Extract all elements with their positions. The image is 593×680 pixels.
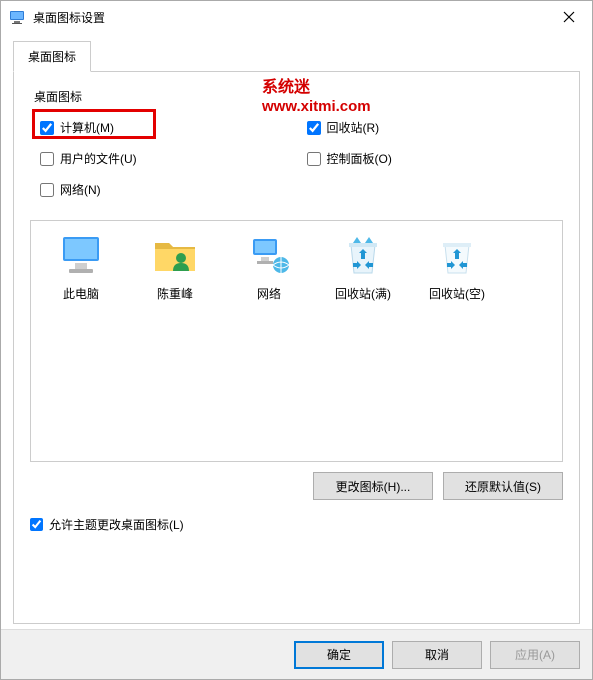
tab-desktop-icons[interactable]: 桌面图标: [13, 41, 91, 72]
network-icon: [245, 231, 293, 279]
checkbox-grid: 计算机(M) 回收站(R) 用户的文件(U) 控制面板(O) 网络(N): [26, 113, 567, 214]
icon-item-binfull[interactable]: 回收站(满): [319, 231, 407, 302]
tabstrip: 桌面图标: [13, 41, 580, 72]
checkbox-recycle-input[interactable]: [307, 121, 321, 135]
ok-button[interactable]: 确定: [294, 641, 384, 669]
icon-button-row: 更改图标(H)... 还原默认值(S): [26, 472, 567, 500]
apply-button[interactable]: 应用(A): [490, 641, 580, 669]
checkbox-recycle[interactable]: 回收站(R): [307, 119, 554, 136]
checkbox-recycle-label: 回收站(R): [327, 119, 380, 136]
icon-label-binempty: 回收站(空): [429, 285, 485, 302]
pc-icon: [57, 231, 105, 279]
checkbox-controlpanel[interactable]: 控制面板(O): [307, 150, 554, 167]
icon-label-user: 陈重峰: [157, 285, 193, 302]
icon-label-network: 网络: [257, 285, 281, 302]
titlebar: 桌面图标设置: [1, 1, 592, 33]
checkbox-userfiles-input[interactable]: [40, 152, 54, 166]
window-title: 桌面图标设置: [33, 9, 546, 26]
checkbox-computer-input[interactable]: [40, 121, 54, 135]
cancel-button[interactable]: 取消: [392, 641, 482, 669]
checkbox-network-input[interactable]: [40, 183, 54, 197]
checkbox-controlpanel-label: 控制面板(O): [327, 150, 392, 167]
restore-default-button[interactable]: 还原默认值(S): [443, 472, 563, 500]
checkbox-network[interactable]: 网络(N): [40, 181, 287, 198]
checkbox-computer-label: 计算机(M): [60, 119, 114, 136]
close-button[interactable]: [546, 1, 592, 33]
change-icon-button[interactable]: 更改图标(H)...: [313, 472, 433, 500]
tab-panel: 系统迷 www.xitmi.com 桌面图标 计算机(M) 回收站(R) 用户的…: [13, 72, 580, 624]
recycle-bin-full-icon: [339, 231, 387, 279]
checkbox-allow-theme-input[interactable]: [30, 518, 43, 531]
dialog-window: 桌面图标设置 桌面图标 系统迷 www.xitmi.com 桌面图标 计算机(M…: [0, 0, 593, 680]
icon-label-binfull: 回收站(满): [335, 285, 391, 302]
watermark-url: www.xitmi.com: [262, 98, 371, 115]
icon-label-pc: 此电脑: [63, 285, 99, 302]
user-folder-icon: [151, 231, 199, 279]
icon-item-user[interactable]: 陈重峰: [131, 231, 219, 302]
icon-item-binempty[interactable]: 回收站(空): [413, 231, 501, 302]
dialog-footer: 确定 取消 应用(A): [1, 629, 592, 679]
icon-item-pc[interactable]: 此电脑: [37, 231, 125, 302]
checkbox-allow-theme[interactable]: 允许主题更改桌面图标(L): [30, 516, 567, 533]
checkbox-userfiles-label: 用户的文件(U): [60, 150, 137, 167]
checkbox-allow-theme-label: 允许主题更改桌面图标(L): [49, 516, 184, 533]
checkbox-network-label: 网络(N): [60, 181, 101, 198]
checkbox-controlpanel-input[interactable]: [307, 152, 321, 166]
content-area: 桌面图标 系统迷 www.xitmi.com 桌面图标 计算机(M) 回收站(R…: [1, 33, 592, 629]
checkbox-userfiles[interactable]: 用户的文件(U): [40, 150, 287, 167]
icon-item-network[interactable]: 网络: [225, 231, 313, 302]
icon-preview-box: 此电脑 陈重峰: [30, 220, 563, 462]
app-icon: [9, 9, 25, 25]
watermark-text: 系统迷: [262, 73, 310, 97]
recycle-bin-empty-icon: [433, 231, 481, 279]
checkbox-computer[interactable]: 计算机(M): [40, 119, 287, 136]
